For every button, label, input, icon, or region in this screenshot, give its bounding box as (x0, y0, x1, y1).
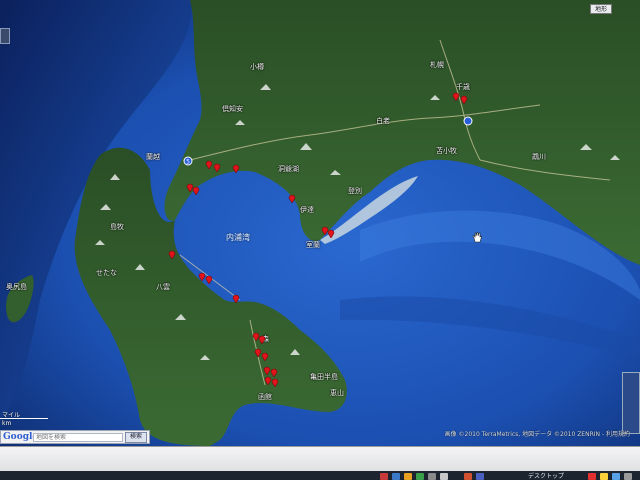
map-pin-icon (192, 186, 200, 195)
overview-map-thumbnail[interactable] (622, 372, 640, 434)
place-label-noboribetsu: 登別 (348, 187, 362, 195)
tray-app-icon[interactable] (476, 473, 484, 480)
map-search-bar: Google 検索 (0, 430, 150, 444)
desktop-toolbar-label[interactable]: デスクトップ (528, 471, 564, 480)
map-marker[interactable] (205, 275, 213, 284)
tray-app-icon[interactable] (612, 473, 620, 480)
place-label-rankoshi: 蘭越 (146, 153, 160, 161)
tray-app-icon[interactable] (588, 473, 596, 480)
place-label-muroran: 室蘭 (306, 241, 320, 249)
map-marker[interactable] (452, 92, 460, 101)
route-shield-5-label: 5 (186, 159, 190, 166)
map-search-input[interactable] (33, 433, 123, 442)
place-label-sapporo: 札幌 (430, 61, 444, 69)
map-pin-icon (258, 335, 266, 344)
map-attribution[interactable]: 画像 ©2010 TerraMetrics, 地図データ ©2010 ZENRI… (445, 429, 630, 438)
tray-app-icon[interactable] (428, 473, 436, 480)
hand-cursor-icon (472, 232, 482, 243)
place-label-chitose: 千歳 (456, 83, 470, 91)
map-marker[interactable] (213, 163, 221, 172)
place-label-otaru: 小樽 (250, 63, 264, 71)
place-label-shiraoi: 白老 (376, 117, 390, 125)
place-label-tomakomai: 苫小牧 (436, 147, 457, 155)
place-label-date: 伊達 (300, 206, 314, 214)
map-pin-icon (213, 163, 221, 172)
map-pin-icon (452, 92, 460, 101)
map-marker[interactable] (232, 294, 240, 303)
tray-app-icon[interactable] (440, 473, 448, 480)
map-marker[interactable] (168, 250, 176, 259)
tray-app-icon[interactable] (624, 473, 632, 480)
place-label-mukawa: 鵡川 (532, 153, 546, 161)
map-scale-bar: マイル km (0, 410, 56, 428)
place-label-yakumo: 八雲 (156, 283, 170, 291)
map-pin-icon (205, 160, 213, 169)
map-marker[interactable] (192, 186, 200, 195)
map-marker[interactable] (288, 194, 296, 203)
screen: 5 内浦湾 奥尻島 小樽 札幌 倶知安 蘭越 洞爺湖 伊達 室蘭 登別 白老 苫… (0, 0, 640, 480)
map-view[interactable]: 5 内浦湾 奥尻島 小樽 札幌 倶知安 蘭越 洞爺湖 伊達 室蘭 登別 白老 苫… (0, 0, 640, 446)
place-label-kutchan: 倶知安 (222, 105, 243, 113)
tray-app-icon[interactable] (380, 473, 388, 480)
place-label-hakodate: 函館 (258, 393, 272, 401)
place-label-toya: 洞爺湖 (278, 165, 299, 173)
map-pin-icon (232, 164, 240, 173)
tray-app-icon[interactable] (392, 473, 400, 480)
place-label-setana: せたな (96, 269, 117, 277)
map-search-button[interactable]: 検索 (125, 432, 147, 443)
map-marker[interactable] (460, 95, 468, 104)
scale-label-km: km (2, 420, 12, 427)
place-label-shimamaki: 島牧 (110, 223, 124, 231)
taskbar: デスクトップ (0, 446, 640, 480)
place-label-okushiri: 奥尻島 (6, 283, 27, 291)
tray-app-icon[interactable] (416, 473, 424, 480)
tray-app-icon[interactable] (600, 473, 608, 480)
map-pin-icon (168, 250, 176, 259)
map-pin-icon (261, 352, 269, 361)
scale-line (0, 418, 48, 419)
map-marker[interactable] (327, 229, 335, 238)
tray-app-icon[interactable] (404, 473, 412, 480)
place-label-esan: 恵山 (330, 389, 344, 397)
map-marker[interactable] (271, 378, 279, 387)
map-marker[interactable] (258, 335, 266, 344)
map-pin-icon (232, 294, 240, 303)
place-label-kameda: 亀田半島 (310, 373, 338, 381)
map-pin-icon (288, 194, 296, 203)
map-pin-icon (460, 95, 468, 104)
map-pin-icon (327, 229, 335, 238)
route-shield-36 (463, 116, 473, 126)
system-tray: デスクトップ (360, 472, 640, 480)
water-label-bay: 内浦湾 (226, 233, 250, 242)
map-pin-icon (205, 275, 213, 284)
collapse-panel-handle[interactable] (0, 28, 10, 44)
map-marker[interactable] (261, 352, 269, 361)
map-type-terrain-button[interactable]: 地形 (590, 4, 612, 14)
tray-app-icon[interactable] (464, 473, 472, 480)
map-pin-icon (271, 378, 279, 387)
map-marker[interactable] (232, 164, 240, 173)
map-marker[interactable] (205, 160, 213, 169)
